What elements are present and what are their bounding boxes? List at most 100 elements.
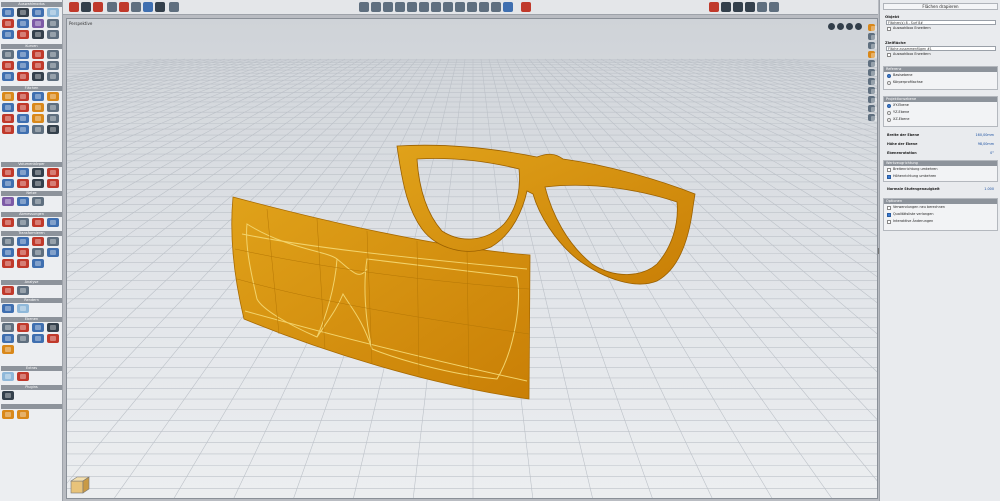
snap-off-icon[interactable]: [521, 2, 531, 12]
snap-end-icon[interactable]: [395, 2, 405, 12]
text-icon[interactable]: [2, 259, 14, 268]
texture-icon[interactable]: [2, 410, 14, 419]
section-header[interactable]: Analyse: [1, 280, 62, 285]
text2-icon[interactable]: [17, 259, 29, 268]
snap-point-icon[interactable]: [383, 2, 393, 12]
rotation-value[interactable]: 0°: [990, 151, 994, 155]
breite-value[interactable]: 160,00mm: [976, 133, 994, 137]
new-file-icon[interactable]: [69, 2, 79, 12]
grid-toggle-icon[interactable]: [359, 2, 369, 12]
checkbox[interactable]: [887, 174, 891, 179]
move-transform-icon[interactable]: [2, 237, 14, 246]
curvature-icon[interactable]: [17, 286, 29, 295]
twist-icon[interactable]: [47, 248, 59, 257]
grid2-select-icon[interactable]: [17, 19, 29, 28]
arc-icon[interactable]: [32, 50, 44, 59]
section-header[interactable]: Volumenkörper: [1, 162, 62, 167]
referenz-option-2[interactable]: Körperprofilachse: [887, 80, 923, 85]
fillet-surface-icon[interactable]: [2, 114, 14, 123]
snap-quad-icon[interactable]: [467, 2, 477, 12]
lasso-icon[interactable]: [32, 8, 44, 17]
mesh-reduce-icon[interactable]: [17, 197, 29, 206]
boolean-intersect-icon[interactable]: [32, 179, 44, 188]
opt-row-1[interactable]: Verwendungen neu berechnen: [887, 205, 945, 210]
select-icon[interactable]: [2, 8, 14, 17]
sphere-select-icon[interactable]: [17, 8, 29, 17]
mesh-icon[interactable]: [2, 197, 14, 206]
pan-view-icon[interactable]: [868, 78, 877, 85]
grid-select-icon[interactable]: [2, 19, 14, 28]
camera-icon[interactable]: [2, 304, 14, 313]
sphere-solid-icon[interactable]: [32, 168, 44, 177]
hoehe-value[interactable]: 98,00mm: [978, 142, 994, 146]
snap-perp-icon[interactable]: [443, 2, 453, 12]
cage-icon[interactable]: [32, 259, 44, 268]
section-header[interactable]: Extras: [1, 366, 62, 371]
view-ortho-icon[interactable]: [855, 23, 862, 30]
werkz-option-1[interactable]: Breitenrichtung umkehren: [887, 167, 938, 172]
layer-edit-icon[interactable]: [2, 334, 14, 343]
opt-row-2[interactable]: Qualitätsliste verlangen: [887, 212, 933, 217]
zielflaeche-field[interactable]: Fläche zusammenfügen #1: [886, 46, 996, 51]
network-icon[interactable]: [17, 103, 29, 112]
ellipse-icon[interactable]: [47, 61, 59, 70]
extrude-icon[interactable]: [2, 92, 14, 101]
radio[interactable]: [887, 117, 891, 122]
werkz-option-2[interactable]: Höhenrichtung umkehren: [887, 174, 936, 179]
light-tool-icon[interactable]: [868, 42, 877, 49]
view-sphere-icon[interactable]: [828, 23, 835, 30]
draped-surface[interactable]: [231, 196, 531, 400]
spiral-icon[interactable]: [17, 61, 29, 70]
open-file-icon[interactable]: [81, 2, 91, 12]
section-header[interactable]: Rendern: [1, 298, 62, 303]
align-icon[interactable]: [17, 248, 29, 257]
wire-view-icon[interactable]: [733, 2, 743, 12]
blend-icon[interactable]: [32, 103, 44, 112]
sun-icon[interactable]: [868, 51, 877, 58]
section-header[interactable]: Auswahlmodus: [1, 2, 62, 7]
unroll-icon[interactable]: [47, 114, 59, 123]
circle-icon[interactable]: [47, 50, 59, 59]
section-header[interactable]: Plugins: [1, 385, 62, 390]
fillet-curve-icon[interactable]: [17, 72, 29, 81]
camera-view-icon[interactable]: [868, 69, 877, 76]
curve-filter-icon[interactable]: [17, 30, 29, 39]
radio[interactable]: [887, 73, 891, 78]
layout-quad-icon[interactable]: [769, 2, 779, 12]
light-icon[interactable]: [17, 304, 29, 313]
spline-icon[interactable]: [32, 61, 44, 70]
zoom-extents-icon[interactable]: [131, 2, 141, 12]
snap-intersect-icon[interactable]: [431, 2, 441, 12]
properties-icon[interactable]: [868, 33, 877, 40]
proj-option-2[interactable]: YZ-Ebene: [887, 110, 909, 115]
scale-icon[interactable]: [32, 237, 44, 246]
move-icon[interactable]: [47, 8, 59, 17]
array-icon[interactable]: [2, 248, 14, 257]
lock-icon[interactable]: [868, 60, 877, 67]
polyline-icon[interactable]: [17, 50, 29, 59]
revolve-icon[interactable]: [17, 92, 29, 101]
cone-solid-icon[interactable]: [47, 168, 59, 177]
view-axis-icon[interactable]: [70, 476, 90, 494]
proj-option-3[interactable]: XZ-Ebene: [887, 117, 909, 122]
radio[interactable]: [887, 110, 891, 115]
radio[interactable]: [887, 103, 891, 108]
offset-curve-icon[interactable]: [2, 72, 14, 81]
view-shade-icon[interactable]: [837, 23, 844, 30]
layer-color-icon[interactable]: [17, 323, 29, 332]
shaded-view-icon[interactable]: [721, 2, 731, 12]
section-header[interactable]: Netze: [1, 191, 62, 196]
material-ball-icon[interactable]: [2, 345, 14, 354]
layout-single-icon[interactable]: [757, 2, 767, 12]
analysis-icon[interactable]: [2, 286, 14, 295]
section-header[interactable]: Kurven: [1, 44, 62, 49]
trim-surface-icon[interactable]: [2, 125, 14, 134]
zoom-window-icon[interactable]: [119, 2, 129, 12]
mirror-icon[interactable]: [47, 237, 59, 246]
section-header[interactable]: Ebenen: [1, 317, 62, 322]
plugin-nut-icon[interactable]: [2, 391, 14, 400]
checkbox[interactable]: [887, 167, 891, 172]
sweep-icon[interactable]: [47, 92, 59, 101]
extras-delete-icon[interactable]: [17, 372, 29, 381]
snap-tangent-icon[interactable]: [455, 2, 465, 12]
